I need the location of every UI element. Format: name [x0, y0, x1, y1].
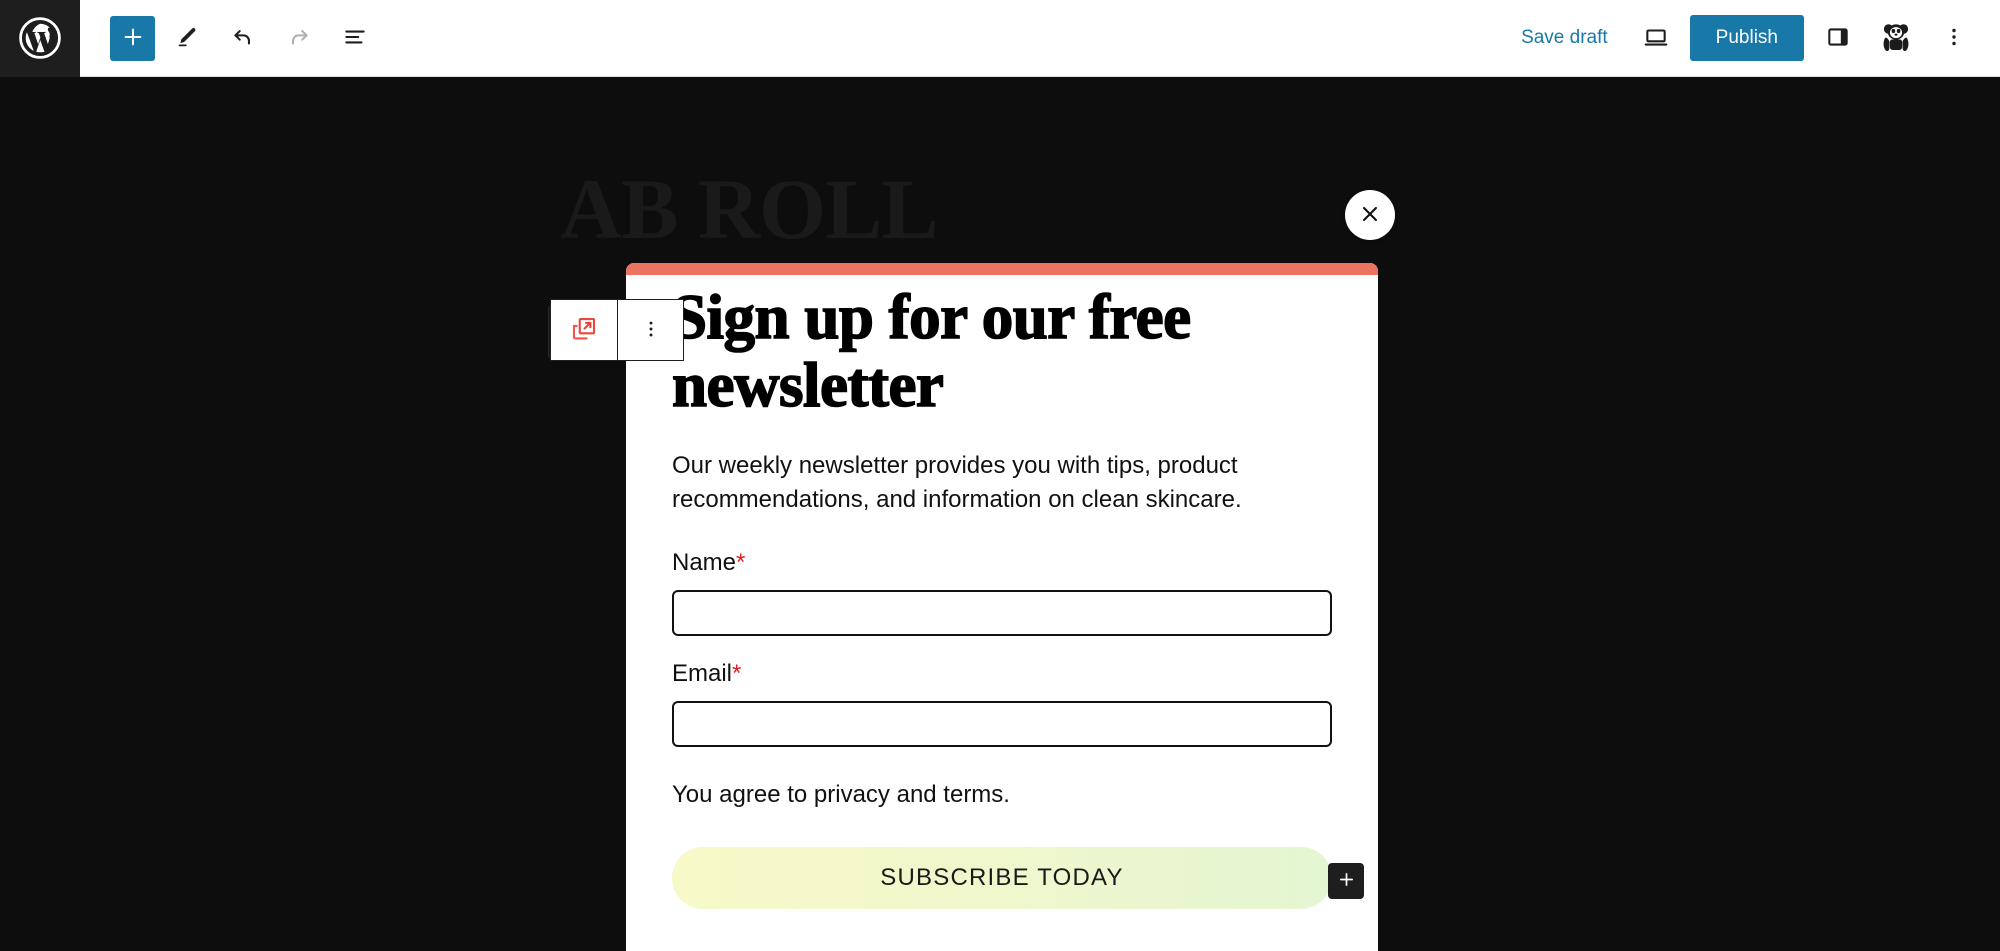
editor-left-toolbar [110, 14, 379, 62]
email-field-group: Email* [672, 660, 1332, 748]
editor-options-button[interactable] [1930, 14, 1978, 62]
name-label-text: Name [672, 549, 737, 577]
close-x-icon [1359, 203, 1381, 228]
popup-external-link-icon [569, 314, 599, 347]
email-field-label: Email* [672, 660, 1332, 688]
email-input[interactable] [672, 701, 1332, 748]
popup-heading[interactable]: Sign up for our free newsletter [671, 282, 1332, 420]
desktop-preview-icon [1643, 24, 1669, 53]
panda-avatar-icon [1879, 20, 1913, 57]
document-overview-icon [342, 24, 368, 53]
popup-block-type-button[interactable] [551, 300, 617, 360]
name-input[interactable] [672, 590, 1332, 637]
tools-pencil-button[interactable] [163, 14, 211, 62]
editor-top-bar: Save draft Publish [0, 0, 2000, 77]
popup-close-button[interactable] [1345, 190, 1395, 240]
settings-sidebar-toggle[interactable] [1814, 14, 1862, 62]
popup-content: Sign up for our free newsletter Our week… [626, 275, 1378, 910]
popup-accent-bar [626, 263, 1378, 275]
save-draft-button[interactable]: Save draft [1507, 19, 1622, 57]
preview-button[interactable] [1632, 14, 1680, 62]
wordpress-logo-button[interactable] [0, 0, 80, 77]
email-label-text: Email [672, 660, 733, 688]
editor-canvas: AB ROLL Edit Sign up for our free newsle… [0, 77, 2000, 951]
subscribe-button[interactable]: SUBSCRIBE TODAY [672, 847, 1332, 910]
name-required-marker: * [736, 549, 746, 577]
wordpress-logo-icon [18, 16, 62, 60]
email-required-marker: * [732, 660, 742, 688]
undo-button[interactable] [219, 14, 267, 62]
user-avatar-button[interactable] [1872, 14, 1920, 62]
publish-button[interactable]: Publish [1689, 15, 1804, 61]
add-block-button[interactable] [110, 15, 155, 61]
popup-description[interactable]: Our weekly newsletter provides you with … [672, 449, 1272, 517]
redo-button[interactable] [275, 14, 323, 62]
name-field-label: Name* [672, 549, 1332, 577]
newsletter-popup-block: Sign up for our free newsletter Our week… [626, 263, 1378, 951]
plus-icon [1338, 871, 1355, 891]
plus-icon [122, 26, 144, 51]
background-page-heading: AB ROLL [560, 161, 939, 257]
sidebar-panel-icon [1825, 24, 1851, 53]
document-overview-button[interactable] [331, 14, 379, 62]
block-options-button[interactable] [617, 300, 683, 360]
undo-arrow-icon [230, 24, 256, 53]
vertical-ellipsis-icon [1942, 25, 1966, 52]
block-appender-button[interactable] [1328, 863, 1364, 900]
block-toolbar [550, 299, 684, 361]
subscribe-button-wrapper: SUBSCRIBE TODAY [672, 847, 1364, 910]
consent-text[interactable]: You agree to privacy and terms. [672, 781, 1332, 809]
name-field-group: Name* [672, 549, 1332, 637]
redo-arrow-icon [286, 24, 312, 53]
editor-right-toolbar: Save draft Publish [1507, 14, 1978, 62]
pencil-icon [175, 25, 199, 52]
vertical-ellipsis-icon [640, 318, 662, 343]
